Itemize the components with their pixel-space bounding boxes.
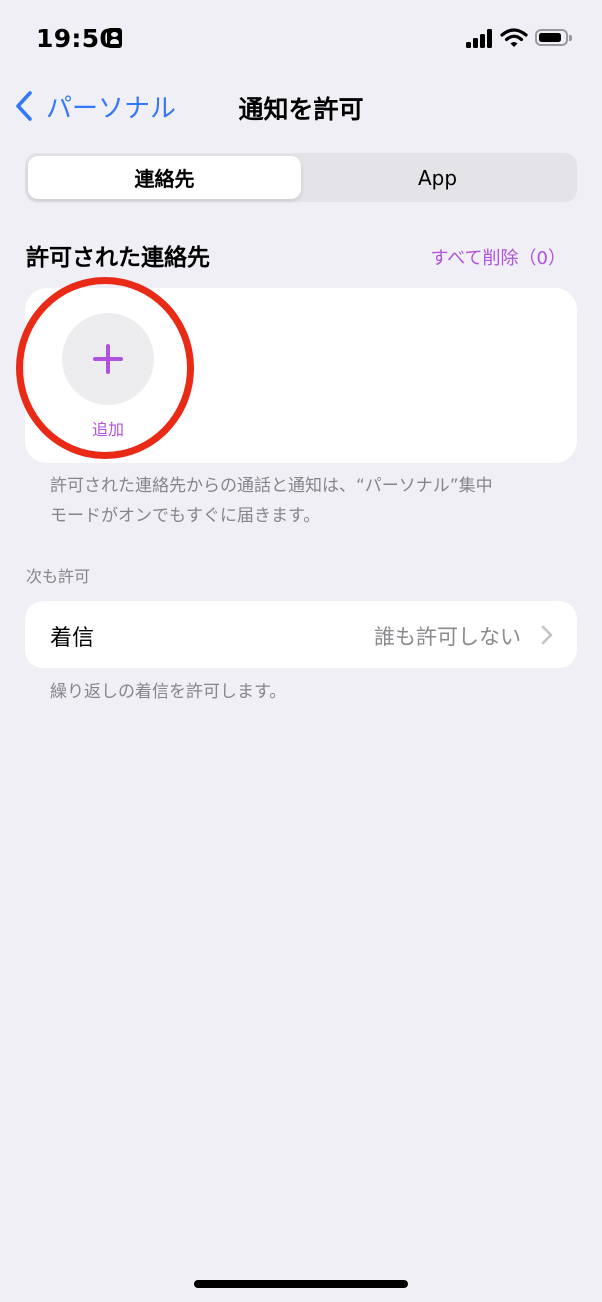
allowed-contacts-footnote: 許可された連絡先からの通話と通知は、“パーソナル”集中 モードがオンでもすぐに届…	[50, 471, 560, 531]
id-card-icon	[107, 28, 122, 48]
annotation-circle	[16, 277, 194, 459]
calls-footnote: 繰り返しの着信を許可します。	[50, 682, 287, 702]
section-title-allowed-contacts: 許可された連絡先	[26, 245, 210, 271]
calls-label: 着信	[50, 626, 95, 651]
segmented-control: 連絡先 App	[25, 153, 577, 202]
footnote-line: 許可された連絡先からの通話と通知は、“パーソナル”集中	[50, 476, 493, 496]
footnote-line: モードがオンでもすぐに届きます。	[50, 506, 321, 526]
section-header-also-allow: 次も許可	[26, 567, 91, 586]
home-indicator[interactable]	[194, 1280, 408, 1288]
battery-icon	[535, 29, 572, 46]
wifi-icon	[500, 28, 528, 47]
status-time: 19:50	[36, 24, 118, 53]
remove-all-button[interactable]: すべて削除（0）	[431, 244, 566, 270]
calls-value: 誰も許可しない	[374, 625, 521, 649]
calls-setting-row[interactable]: 着信 誰も許可しない	[25, 601, 577, 668]
page-title: 通知を許可	[238, 95, 364, 124]
segment-contacts[interactable]: 連絡先	[28, 156, 301, 199]
chevron-right-icon	[541, 625, 553, 645]
segment-app[interactable]: App	[301, 156, 574, 199]
cellular-signal-icon	[466, 28, 494, 48]
